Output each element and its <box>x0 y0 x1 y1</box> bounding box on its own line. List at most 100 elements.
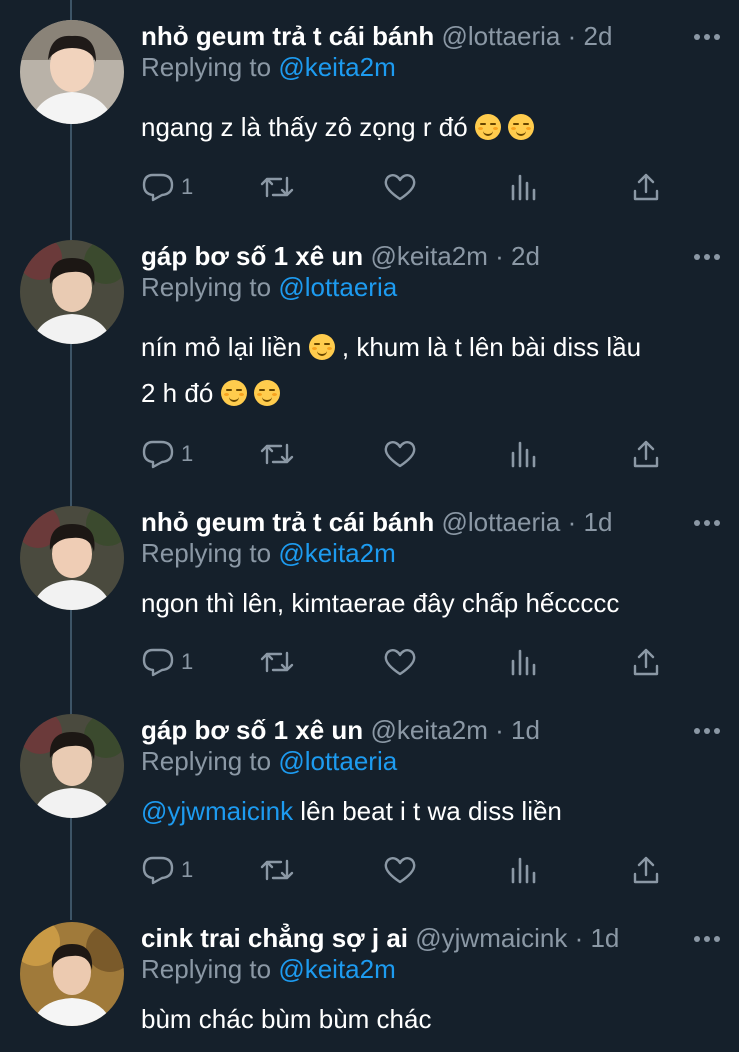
retweet-icon <box>260 443 294 465</box>
more-icon[interactable] <box>693 932 721 944</box>
retweet-button[interactable] <box>259 167 295 207</box>
replying-to-label: Replying to <box>141 538 272 568</box>
more-icon[interactable] <box>693 724 721 736</box>
smirking-face-emoji-icon <box>253 380 280 406</box>
tweet-text-line: bùm chác bùm bùm chác <box>141 1004 432 1034</box>
time-separator: · <box>487 715 511 745</box>
tweet-text-line: ngang z là thấy zô zọng r đó <box>141 112 468 142</box>
tweet[interactable]: nhỏ geum trả t cái bánh @lottaeria · 1d … <box>0 502 739 702</box>
display-name[interactable]: gáp bơ số 1 xê un <box>141 241 363 271</box>
tweet-actions: 1 <box>141 434 661 474</box>
share-icon <box>633 440 659 468</box>
like-icon <box>384 441 416 468</box>
analytics-icon <box>511 174 536 201</box>
replying-to-mention[interactable]: @keita2m <box>278 52 395 82</box>
tweet-header: cink trai chẳng sợ j ai @yjwmaicink · 1d <box>141 918 619 958</box>
timestamp[interactable]: 1d <box>590 923 619 953</box>
tweet-text: ngang z là thấy zô zọng r đó <box>141 104 721 150</box>
reply-button[interactable]: 1 <box>141 642 193 682</box>
timestamp[interactable]: 1d <box>584 507 613 537</box>
analytics-button[interactable] <box>509 642 539 682</box>
user-handle[interactable]: @yjwmaicink <box>415 923 567 953</box>
tweet-text-line: lên beat i t wa diss liền <box>293 796 562 826</box>
tweet-actions: 1 <box>141 642 661 682</box>
tweet-header: gáp bơ số 1 xê un @keita2m · 2d <box>141 236 540 276</box>
replying-to: Replying to @keita2m <box>141 954 396 985</box>
replying-to-mention[interactable]: @keita2m <box>278 538 395 568</box>
smiling-face-emoji-icon <box>474 114 501 140</box>
reply-button[interactable]: 1 <box>141 850 193 890</box>
user-handle[interactable]: @keita2m <box>370 715 487 745</box>
smiling-face-emoji-icon <box>508 114 535 140</box>
mention-link[interactable]: @yjwmaicink <box>141 796 293 826</box>
reply-icon <box>142 440 174 469</box>
replying-to-mention[interactable]: @lottaeria <box>278 272 397 302</box>
like-icon <box>384 174 416 201</box>
user-handle[interactable]: @lottaeria <box>441 507 560 537</box>
tweet[interactable]: cink trai chẳng sợ j ai @yjwmaicink · 1d… <box>0 918 739 1052</box>
user-handle[interactable]: @keita2m <box>370 241 487 271</box>
avatar[interactable] <box>20 20 124 124</box>
tweet-text-line: ngon thì lên, kimtaerae đây chấp hếccccc <box>141 588 620 618</box>
replying-to: Replying to @lottaeria <box>141 746 397 777</box>
retweet-button[interactable] <box>259 434 295 474</box>
replying-to-label: Replying to <box>141 272 272 302</box>
analytics-button[interactable] <box>509 167 539 207</box>
tweet-actions: 1 <box>141 850 661 890</box>
timestamp[interactable]: 2d <box>584 21 613 51</box>
replying-to-mention[interactable]: @lottaeria <box>278 746 397 776</box>
analytics-button[interactable] <box>509 434 539 474</box>
analytics-button[interactable] <box>509 850 539 890</box>
avatar[interactable] <box>20 240 124 344</box>
like-icon <box>384 857 416 884</box>
analytics-icon <box>511 857 536 884</box>
share-button[interactable] <box>631 642 661 682</box>
reply-icon <box>142 856 174 885</box>
display-name[interactable]: nhỏ geum trả t cái bánh <box>141 21 434 51</box>
reply-count: 1 <box>181 174 194 199</box>
share-button[interactable] <box>631 167 661 207</box>
tweet[interactable]: nhỏ geum trả t cái bánh @lottaeria · 2d … <box>0 16 739 216</box>
user-handle[interactable]: @lottaeria <box>441 21 560 51</box>
more-icon[interactable] <box>693 516 721 528</box>
avatar[interactable] <box>20 922 124 1026</box>
timestamp[interactable]: 2d <box>511 241 540 271</box>
more-icon[interactable] <box>693 250 721 262</box>
reply-icon <box>142 173 174 202</box>
display-name[interactable]: gáp bơ số 1 xê un <box>141 715 363 745</box>
analytics-icon <box>511 441 536 468</box>
timestamp[interactable]: 1d <box>511 715 540 745</box>
like-button[interactable] <box>383 642 417 682</box>
reply-count: 1 <box>181 649 194 674</box>
retweet-button[interactable] <box>259 850 295 890</box>
tweet-text-line: nín mỏ lại liền <box>141 332 302 362</box>
more-icon[interactable] <box>693 30 721 42</box>
retweet-button[interactable] <box>259 642 295 682</box>
display-name[interactable]: nhỏ geum trả t cái bánh <box>141 507 434 537</box>
like-button[interactable] <box>383 850 417 890</box>
like-button[interactable] <box>383 167 417 207</box>
tweet[interactable]: gáp bơ số 1 xê un @keita2m · 1d Replying… <box>0 710 739 910</box>
replying-to-label: Replying to <box>141 746 272 776</box>
like-button[interactable] <box>383 434 417 474</box>
tweet[interactable]: gáp bơ số 1 xê un @keita2m · 2d Replying… <box>0 236 739 486</box>
like-icon <box>384 649 416 676</box>
share-button[interactable] <box>631 850 661 890</box>
tweet-text-line: 2 h đó <box>141 378 214 408</box>
tweet-header: gáp bơ số 1 xê un @keita2m · 1d <box>141 710 540 750</box>
tweet-text: bùm chác bùm bùm chác <box>141 996 721 1042</box>
share-button[interactable] <box>631 434 661 474</box>
avatar[interactable] <box>20 714 124 818</box>
reply-button[interactable]: 1 <box>141 167 193 207</box>
replying-to: Replying to @keita2m <box>141 538 396 569</box>
avatar[interactable] <box>20 506 124 610</box>
reply-button[interactable]: 1 <box>141 434 193 474</box>
smiling-face-emoji-icon <box>308 334 335 360</box>
tweet-text: ngon thì lên, kimtaerae đây chấp hếccccc <box>141 580 721 626</box>
retweet-icon <box>260 859 294 881</box>
reply-count: 1 <box>181 441 194 466</box>
display-name[interactable]: cink trai chẳng sợ j ai <box>141 923 408 953</box>
reply-icon <box>142 648 174 677</box>
time-separator: · <box>560 507 584 537</box>
replying-to-mention[interactable]: @keita2m <box>278 954 395 984</box>
